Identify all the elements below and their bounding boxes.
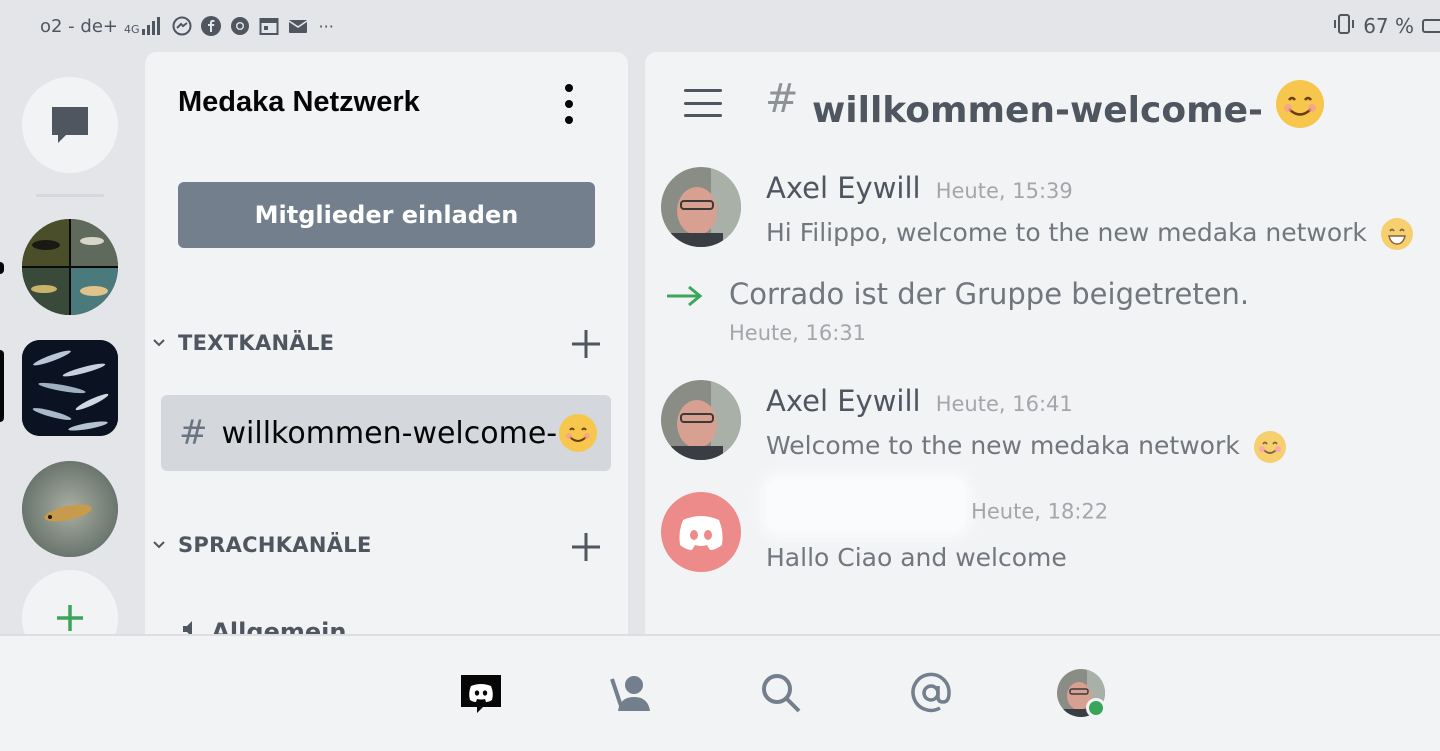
server-icon-medaka-3[interactable] bbox=[22, 461, 118, 557]
server-menu-icon[interactable] bbox=[559, 84, 579, 124]
plus-icon bbox=[572, 330, 600, 358]
vibrate-icon bbox=[1333, 13, 1355, 40]
user-photo bbox=[661, 380, 741, 460]
mail-icon bbox=[288, 16, 308, 36]
grinning-face-emoji-icon bbox=[1380, 218, 1413, 250]
smiling-face-emoji-icon bbox=[1275, 80, 1324, 128]
menu-icon[interactable] bbox=[684, 89, 722, 117]
user-avatar[interactable] bbox=[661, 492, 741, 572]
add-server-button[interactable] bbox=[22, 570, 118, 634]
friends-icon bbox=[610, 676, 650, 711]
message-item[interactable]: Axel Eywill Heute, 15:39 Hi Filippo, wel… bbox=[661, 167, 1421, 257]
blushing-face-emoji-icon bbox=[1253, 431, 1286, 463]
speaker-icon bbox=[181, 618, 211, 634]
unread-indicator bbox=[0, 262, 4, 274]
messenger-icon bbox=[172, 16, 192, 36]
category-voice-channels[interactable]: SPRACHKANÄLE bbox=[153, 533, 372, 557]
hash-icon: # bbox=[765, 76, 799, 122]
server-name[interactable]: Medaka Netzwerk bbox=[178, 86, 420, 119]
plus-icon bbox=[572, 533, 600, 561]
category-label: TEXTKANÄLE bbox=[178, 331, 335, 355]
add-text-channel-button[interactable] bbox=[566, 324, 606, 364]
chevron-down-icon bbox=[153, 538, 178, 553]
message-text: Hi Filippo, welcome to the new medaka ne… bbox=[766, 218, 1413, 250]
mentions-tab[interactable] bbox=[906, 668, 956, 718]
profile-tab[interactable] bbox=[1056, 668, 1106, 718]
home-icon bbox=[461, 675, 501, 713]
user-photo bbox=[661, 167, 741, 247]
join-system-message: Corrado ist der Gruppe beigetreten. Heut… bbox=[661, 277, 1421, 347]
chat-panel: # willkommen-welcome- Axel Eywill Heute,… bbox=[645, 52, 1440, 634]
server-icon-medaka-2[interactable] bbox=[22, 340, 118, 436]
chat-bubble-icon bbox=[52, 107, 88, 143]
status-right: 67 % bbox=[1333, 0, 1440, 52]
status-bar: o2 - de+ 4G ··· 67 % bbox=[0, 0, 1440, 52]
selected-indicator bbox=[0, 350, 4, 422]
channel-title-text: willkommen-welcome- bbox=[812, 90, 1263, 131]
plus-icon bbox=[57, 605, 83, 631]
facebook-icon bbox=[200, 16, 221, 36]
bottom-navigation bbox=[0, 634, 1440, 751]
chrome-icon bbox=[230, 16, 250, 36]
channel-panel: Medaka Netzwerk Mitglieder einladen TEXT… bbox=[145, 52, 628, 634]
server-rail bbox=[0, 52, 140, 634]
chat-header: # willkommen-welcome- bbox=[645, 52, 1440, 152]
channel-name: willkommen-welcome- bbox=[221, 415, 558, 451]
add-voice-channel-button[interactable] bbox=[566, 527, 606, 567]
join-time: Heute, 16:31 bbox=[729, 321, 867, 345]
channel-item-willkommen[interactable]: # willkommen-welcome- bbox=[161, 395, 611, 471]
carrier-name: o2 - de+ bbox=[40, 15, 118, 37]
message-meta: Axel Eywill Heute, 16:41 bbox=[766, 384, 1073, 418]
chevron-down-icon bbox=[153, 336, 178, 351]
message-text: Hallo Ciao and welcome bbox=[766, 543, 1067, 572]
message-meta: Heute, 18:22 bbox=[766, 478, 1109, 532]
message-text: Welcome to the new medaka network bbox=[766, 431, 1286, 463]
message-text-content: Hi Filippo, welcome to the new medaka ne… bbox=[766, 218, 1367, 247]
home-tab[interactable] bbox=[456, 668, 506, 718]
message-time: Heute, 15:39 bbox=[935, 179, 1073, 203]
rail-separator bbox=[36, 194, 104, 197]
signal-icon: 4G bbox=[124, 17, 160, 35]
message-time: Heute, 16:41 bbox=[935, 392, 1073, 416]
message-text-content: Welcome to the new medaka network bbox=[766, 431, 1240, 460]
category-text-channels[interactable]: TEXTKANÄLE bbox=[153, 331, 334, 355]
voice-channel-item[interactable]: Allgemein bbox=[181, 618, 346, 634]
mentions-icon bbox=[911, 672, 951, 713]
message-time: Heute, 18:22 bbox=[971, 499, 1109, 524]
calendar-icon bbox=[259, 16, 279, 36]
online-status-icon bbox=[1086, 698, 1106, 718]
network-type: 4G bbox=[124, 23, 140, 36]
message-author[interactable]: Axel Eywill bbox=[766, 384, 921, 418]
message-author[interactable]: Axel Eywill bbox=[766, 171, 921, 205]
user-avatar[interactable] bbox=[661, 167, 741, 247]
battery-level: 67 % bbox=[1363, 14, 1414, 38]
arrow-right-icon bbox=[665, 281, 705, 316]
battery-icon bbox=[1422, 19, 1440, 33]
invite-members-button[interactable]: Mitglieder einladen bbox=[178, 182, 595, 248]
channel-title: willkommen-welcome- bbox=[812, 80, 1324, 131]
join-text: Corrado ist der Gruppe beigetreten. bbox=[729, 277, 1250, 311]
message-item[interactable]: Axel Eywill Heute, 16:41 Welcome to the … bbox=[661, 380, 1421, 470]
server-icon-medaka-1[interactable] bbox=[22, 219, 118, 315]
more-icon: ··· bbox=[318, 16, 334, 36]
category-label: SPRACHKANÄLE bbox=[178, 533, 372, 557]
redacted-author bbox=[766, 478, 966, 532]
hash-icon: # bbox=[179, 413, 208, 453]
message-item[interactable]: Heute, 18:22 Hallo Ciao and welcome bbox=[661, 478, 1421, 582]
direct-messages-button[interactable] bbox=[22, 77, 118, 173]
voice-channel-name: Allgemein bbox=[211, 618, 347, 634]
discord-logo-icon bbox=[679, 516, 723, 550]
search-icon bbox=[762, 674, 801, 713]
smiling-face-emoji-icon bbox=[559, 414, 598, 452]
search-tab[interactable] bbox=[756, 668, 806, 718]
message-meta: Axel Eywill Heute, 15:39 bbox=[766, 171, 1073, 205]
user-avatar[interactable] bbox=[661, 380, 741, 460]
friends-tab[interactable] bbox=[606, 668, 656, 718]
